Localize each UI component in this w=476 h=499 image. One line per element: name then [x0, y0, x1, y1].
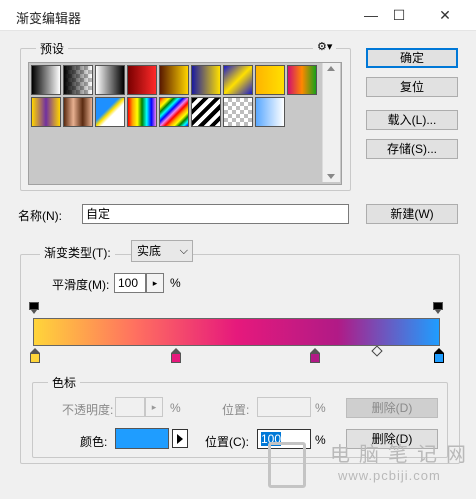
preset-scrollbar[interactable] [322, 63, 340, 182]
preset-swatch[interactable] [31, 97, 61, 127]
title-bar: 渐变编辑器 — ☐ ✕ [0, 0, 476, 31]
chevron-down-icon: ⌵ [179, 245, 188, 257]
preset-swatch[interactable] [159, 97, 189, 127]
reset-button[interactable]: 复位 [366, 77, 458, 97]
name-field[interactable]: 自定 [82, 204, 349, 224]
delete-opacity-button[interactable]: 删除(D) [346, 398, 438, 418]
stops-label: 色标 [48, 374, 81, 391]
watermark-logo-icon [268, 442, 306, 488]
opacity-position-percent: % [315, 401, 326, 415]
preset-swatch[interactable] [63, 97, 93, 127]
triangle-right-icon [177, 434, 183, 444]
gear-icon[interactable]: ⚙▾ [313, 40, 337, 53]
smoothness-arrow-icon[interactable]: ▸ [146, 273, 164, 293]
gradient-type-select[interactable]: 实底 ⌵ [131, 240, 193, 262]
name-label: 名称(N): [18, 209, 62, 223]
gradient-type-label: 渐变类型(T): [40, 244, 115, 261]
scroll-up-icon[interactable] [327, 66, 335, 71]
ok-button[interactable]: 确定 [366, 48, 458, 68]
new-button[interactable]: 新建(W) [366, 204, 458, 224]
preset-swatch[interactable] [255, 97, 285, 127]
color-position-percent: % [315, 433, 326, 447]
preset-swatch[interactable] [191, 97, 221, 127]
color-stop[interactable] [434, 348, 444, 364]
preset-swatch[interactable] [255, 65, 285, 95]
color-stop[interactable] [30, 348, 40, 364]
opacity-label: 不透明度: [62, 403, 114, 417]
opacity-stop-left[interactable] [29, 302, 39, 314]
window-title: 渐变编辑器 [16, 11, 82, 26]
color-label: 颜色: [80, 435, 108, 449]
preset-swatch[interactable] [95, 97, 125, 127]
preset-swatch[interactable] [63, 65, 93, 95]
smoothness-percent: % [170, 276, 181, 290]
gradient-type-value: 实底 [137, 244, 162, 258]
preset-swatch[interactable] [95, 65, 125, 95]
preset-swatch[interactable] [127, 97, 157, 127]
color-position-label: 位置(C): [205, 435, 249, 449]
smoothness-label: 平滑度(M): [52, 278, 110, 292]
preset-swatch[interactable] [127, 65, 157, 95]
preset-swatch[interactable] [31, 65, 61, 95]
scroll-down-icon[interactable] [327, 174, 335, 179]
watermark-title: 电脑笔记网 [330, 444, 475, 466]
opacity-arrow-icon[interactable]: ▸ [145, 397, 163, 417]
color-stop[interactable] [171, 348, 181, 364]
opacity-position-input[interactable] [257, 397, 311, 417]
preset-swatch[interactable] [223, 65, 253, 95]
preset-swatch[interactable] [223, 97, 253, 127]
color-swatch[interactable] [115, 428, 169, 449]
color-stop[interactable] [310, 348, 320, 364]
maximize-button[interactable]: ☐ [378, 0, 420, 30]
opacity-stop-right[interactable] [433, 302, 443, 314]
load-button[interactable]: 载入(L)... [366, 110, 458, 130]
preset-swatch[interactable] [191, 65, 221, 95]
presets-label: 预设 [36, 40, 69, 57]
gradient-bar[interactable] [33, 318, 440, 346]
opacity-position-label: 位置: [222, 403, 250, 417]
color-menu-button[interactable] [172, 429, 188, 448]
watermark-url: www.pcbiji.com [338, 468, 441, 483]
opacity-input[interactable] [115, 397, 145, 417]
save-button[interactable]: 存储(S)... [366, 139, 458, 159]
opacity-percent: % [170, 401, 181, 415]
preset-swatch[interactable] [159, 65, 189, 95]
preset-swatch[interactable] [287, 65, 317, 95]
preset-grid [28, 62, 342, 185]
smoothness-input[interactable]: 100 [114, 273, 146, 293]
close-button[interactable]: ✕ [424, 0, 466, 30]
